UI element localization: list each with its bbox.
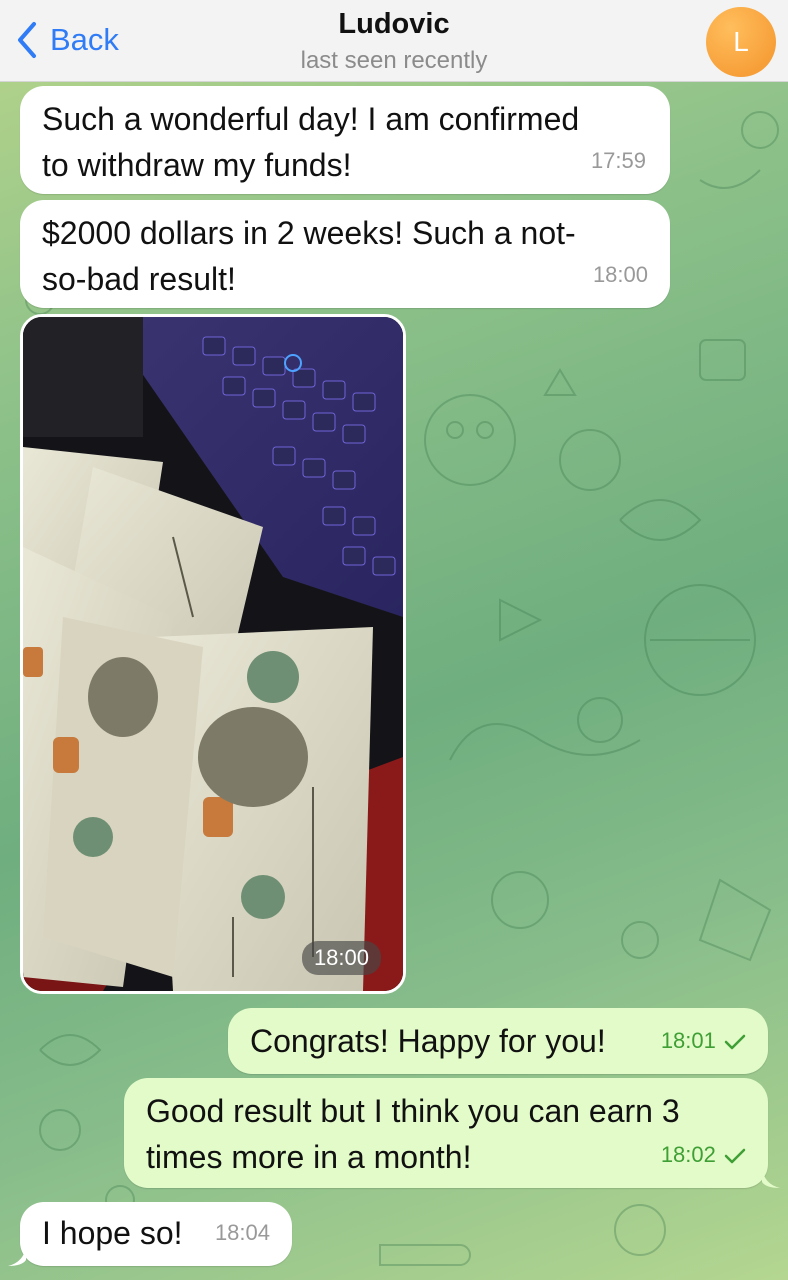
- message-bubble-incoming[interactable]: I hope so! 18:04: [20, 1202, 292, 1266]
- message-time: 18:00: [592, 262, 648, 287]
- message-time-value: 18:01: [660, 1028, 716, 1053]
- message-text-line: $2000 dollars in 2 weeks! Such a not-: [42, 215, 576, 251]
- chat-header: Back Ludovic last seen recently L: [0, 0, 788, 82]
- message-text-line: so-bad result!: [42, 261, 236, 297]
- message-time: 17:59: [590, 148, 646, 173]
- message-bubble-outgoing[interactable]: Congrats! Happy for you! 18:01: [228, 1008, 768, 1074]
- message-text-line: Such a wonderful day! I am confirmed: [42, 101, 580, 137]
- message-time: 18:01: [661, 1018, 746, 1064]
- avatar[interactable]: L: [706, 7, 776, 77]
- photo-time: 18:00: [301, 941, 381, 975]
- check-icon: [724, 1148, 746, 1164]
- contact-name: Ludovic: [338, 8, 450, 40]
- message-bubble-outgoing[interactable]: Good result but I think you can earn 3 t…: [124, 1078, 768, 1188]
- message-text-line: Good result but I think you can earn 3: [146, 1093, 680, 1129]
- contact-status: last seen recently: [300, 47, 488, 74]
- photo-message[interactable]: 18:00: [20, 314, 406, 994]
- message-bubble-incoming[interactable]: $2000 dollars in 2 weeks! Such a not- so…: [20, 200, 670, 308]
- bubble-tail-incoming: [8, 1246, 26, 1266]
- message-text-line: to withdraw my funds!: [42, 147, 352, 183]
- photo-image: [23, 317, 403, 991]
- message-text-line: times more in a month!: [146, 1139, 472, 1175]
- contact-info[interactable]: Ludovic last seen recently: [0, 8, 788, 75]
- message-bubble-incoming[interactable]: Such a wonderful day! I am confirmed to …: [20, 86, 670, 194]
- message-time-value: 18:02: [660, 1142, 716, 1167]
- message-time: 18:04: [214, 1220, 270, 1245]
- check-icon: [724, 1034, 746, 1050]
- message-time: 18:02: [661, 1132, 746, 1178]
- bubble-tail-outgoing: [762, 1168, 780, 1188]
